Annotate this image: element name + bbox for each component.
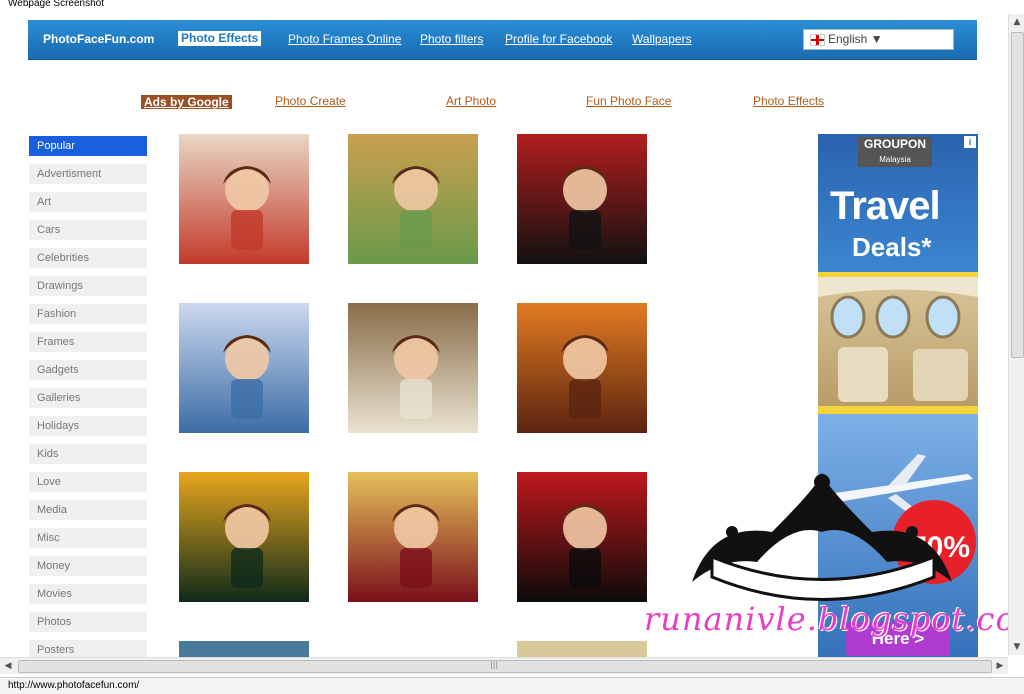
thumbnail-fence-poster-effect[interactable] (348, 134, 478, 264)
groupon-logo: GROUPON Malaysia (858, 137, 932, 167)
sidebar-item-advertisment[interactable]: Advertisment (29, 164, 147, 184)
nav-link-photo-filters[interactable]: Photo filters (420, 32, 483, 46)
sublink-photo-effects[interactable]: Photo Effects (753, 94, 824, 108)
status-bar: http://www.photofacefun.com/ (0, 677, 1024, 694)
ads-by-google-link[interactable]: Ads by Google (141, 95, 232, 109)
jet-cabin-image (818, 277, 978, 407)
thumbnail-partial[interactable] (517, 641, 647, 657)
uk-flag-icon (810, 34, 825, 46)
sidebar-item-frames[interactable]: Frames (29, 332, 147, 352)
thumbnail-iphone-effect[interactable] (517, 134, 647, 264)
status-url: http://www.photofacefun.com/ (8, 680, 140, 691)
nav-link-wallpapers[interactable]: Wallpapers (632, 32, 692, 46)
sidebar-item-fashion[interactable]: Fashion (29, 304, 147, 324)
adchoices-icon[interactable]: i (964, 136, 976, 148)
thumbnail-kiss-effect[interactable] (179, 134, 309, 264)
vertical-scrollbar[interactable]: ▲ ▼ (1008, 14, 1024, 655)
sidebar-item-love[interactable]: Love (29, 472, 147, 492)
sidebar-item-kids[interactable]: Kids (29, 444, 147, 464)
scroll-grip-icon: ||| (490, 660, 499, 669)
sidebar-item-movies[interactable]: Movies (29, 584, 147, 604)
decorative-ornament: 70% (692, 472, 976, 601)
thumbnail-partial[interactable] (348, 641, 478, 657)
sidebar-item-posters[interactable]: Posters (29, 640, 147, 657)
nav-photo-effects-active[interactable]: Photo Effects (178, 31, 262, 46)
sidebar-item-misc[interactable]: Misc (29, 528, 147, 548)
sidebar-item-drawings[interactable]: Drawings (29, 276, 147, 296)
thumbnail-partial[interactable] (179, 641, 309, 657)
scroll-right-arrow-icon[interactable]: ▶ (992, 658, 1008, 674)
sidebar-item-media[interactable]: Media (29, 500, 147, 520)
thumbnail-moon-lake-effect[interactable] (179, 472, 309, 602)
top-navigation-bar: PhotoFaceFun.com Photo Effects Photo Fra… (28, 20, 977, 60)
scroll-left-arrow-icon[interactable]: ◀ (0, 658, 16, 674)
sublink-fun-photo-face[interactable]: Fun Photo Face (586, 94, 671, 108)
ad-headline-deals: Deals* (852, 232, 932, 262)
sidebar-item-photos[interactable]: Photos (29, 612, 147, 632)
sublink-photo-create[interactable]: Photo Create (275, 94, 346, 108)
ad-divider (818, 406, 978, 414)
blog-watermark: runanivle.blogspot.com (644, 600, 1008, 638)
sidebar-item-gadgets[interactable]: Gadgets (29, 360, 147, 380)
scroll-up-arrow-icon[interactable]: ▲ (1009, 14, 1024, 30)
horizontal-scrollbar[interactable]: ◀ ||| ▶ (0, 657, 1008, 674)
sidebar-item-cars[interactable]: Cars (29, 220, 147, 240)
horizontal-scroll-thumb[interactable] (18, 660, 992, 673)
nav-link-photo-frames-online[interactable]: Photo Frames Online (288, 32, 401, 46)
sidebar-item-galleries[interactable]: Galleries (29, 388, 147, 408)
thumbnail-sketch-effect[interactable] (348, 303, 478, 433)
ad-headline-travel: Travel (830, 184, 941, 228)
thumbnail-heart-love-effect[interactable] (348, 472, 478, 602)
page-viewport: PhotoFaceFun.com Photo Effects Photo Fra… (0, 12, 1008, 657)
window-title: Webpage Screenshot (8, 0, 104, 9)
sidebar-item-holidays[interactable]: Holidays (29, 416, 147, 436)
language-select-value: English ▼ (828, 32, 883, 46)
sublink-art-photo[interactable]: Art Photo (446, 94, 496, 108)
nav-link-profile-for-facebook[interactable]: Profile for Facebook (505, 32, 612, 46)
thumbnail-with-love-roses-effect[interactable] (517, 472, 647, 602)
thumbnail-sunset-palm-effect[interactable] (517, 303, 647, 433)
sidebar-item-money[interactable]: Money (29, 556, 147, 576)
scroll-down-arrow-icon[interactable]: ▼ (1009, 639, 1024, 655)
sidebar-item-art[interactable]: Art (29, 192, 147, 212)
site-brand-link[interactable]: PhotoFaceFun.com (43, 32, 154, 46)
sidebar-item-celebrities[interactable]: Celebrities (29, 248, 147, 268)
language-select[interactable]: English ▼ (803, 29, 954, 50)
vertical-scroll-thumb[interactable] (1011, 32, 1024, 358)
sidebar-item-popular[interactable]: Popular (29, 136, 147, 156)
thumbnail-santa-scroll-effect[interactable] (179, 303, 309, 433)
